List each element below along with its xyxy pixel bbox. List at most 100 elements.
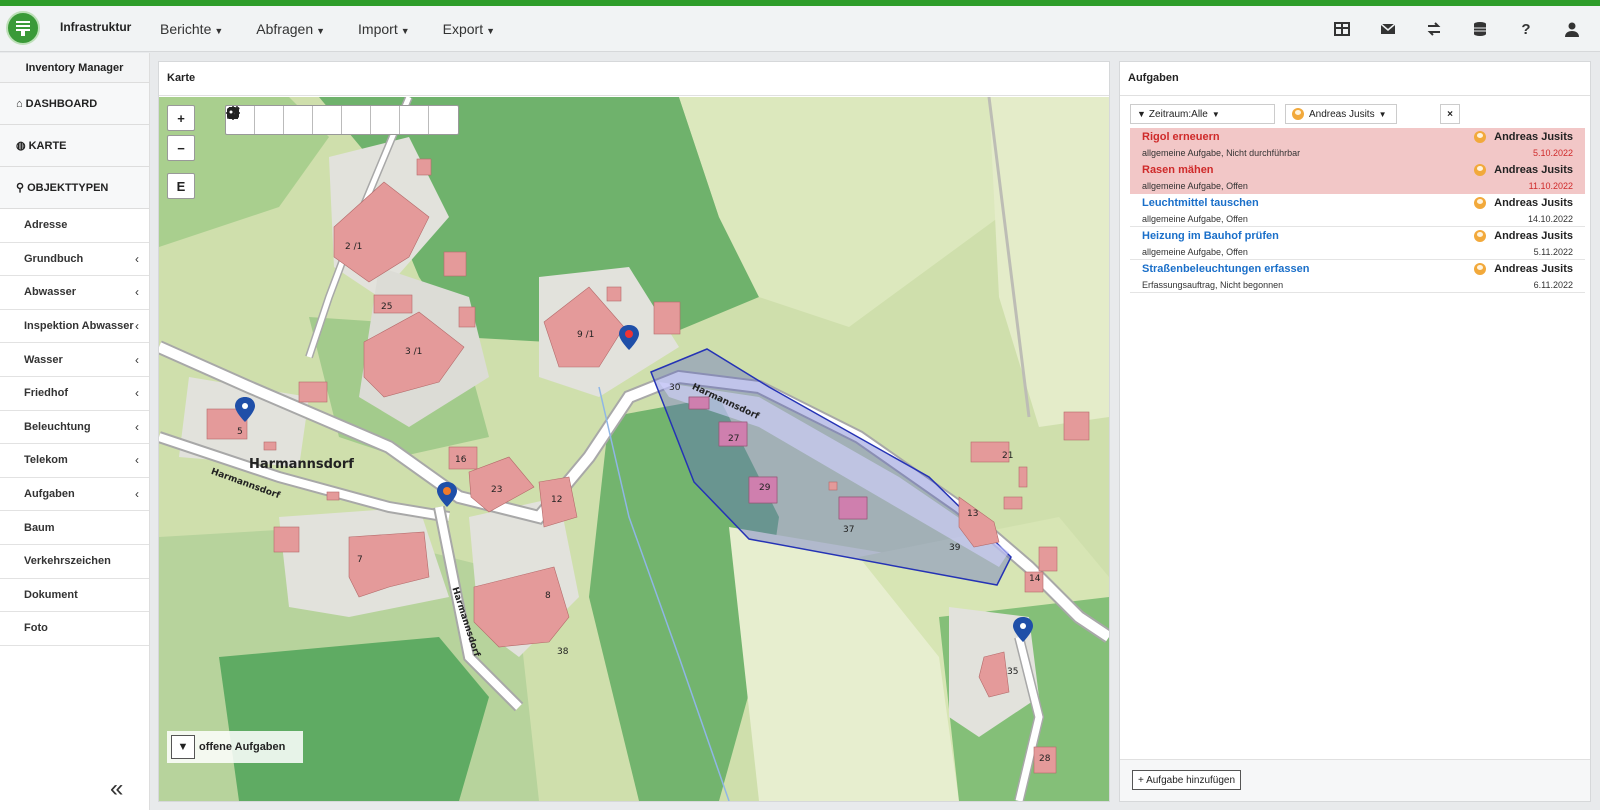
task-assignee-name: Andreas Jusits (1494, 164, 1573, 176)
house-number: 14 (1029, 574, 1041, 584)
sidebar-item-abwasser[interactable]: Abwasser ‹ (0, 276, 149, 310)
task-row[interactable]: Leuchtmittel tauschen allgemeine Aufgabe,… (1130, 194, 1585, 227)
sidebar-item-label: Baum (24, 521, 55, 534)
fullscreen-icon[interactable] (227, 106, 313, 134)
chevron-left-icon: ‹ (135, 386, 139, 401)
zoom-in-button[interactable]: + (167, 105, 195, 131)
user-icon (1474, 197, 1487, 209)
house-number: 37 (843, 525, 855, 535)
tasks-panel-title: Aufgaben (1120, 62, 1590, 96)
house-number: 5 (237, 427, 243, 437)
open-tasks-filter: ▼ offene Aufgaben (167, 731, 303, 763)
sidebar-item-verkehrszeichen[interactable]: Verkehrszeichen (0, 545, 149, 579)
sidebar-item-adresse[interactable]: Adresse (0, 209, 149, 243)
swap-icon[interactable] (1426, 21, 1442, 37)
menu-import[interactable]: Import ▼ (358, 21, 410, 37)
collapse-sidebar-icon[interactable]: « (110, 775, 123, 803)
task-due-date: 5.10.2022 (1532, 148, 1573, 158)
task-name[interactable]: Heizung im Bauhof prüfen (1142, 230, 1279, 242)
task-row[interactable]: Rasen mähen allgemeine Aufgabe, Offen Andr… (1130, 161, 1585, 194)
sidebar-item-dokument[interactable]: Dokument (0, 579, 149, 613)
menu-label: Berichte (160, 21, 212, 37)
sidebar-item-label: Verkehrszeichen (24, 555, 111, 568)
menu-export[interactable]: Export ▼ (443, 21, 495, 37)
sidebar-item-beleuchtung[interactable]: Beleuchtung ‹ (0, 411, 149, 445)
house-number: 28 (1039, 754, 1051, 764)
table-icon[interactable] (1334, 21, 1350, 37)
menu-label: Abfragen (256, 21, 314, 37)
add-marker-icon[interactable] (227, 106, 458, 134)
task-description: allgemeine Aufgabe, Offen (1142, 181, 1248, 191)
sidebar: Inventory Manager ⌂ DASHBOARD ◍ KARTE ⚲ OBJ… (0, 53, 150, 810)
filter-label: offene Aufgaben (199, 741, 286, 753)
caret-down-icon: ▼ (1211, 109, 1220, 119)
filter-icon[interactable]: ▼ (171, 735, 195, 759)
user-icon[interactable] (1564, 21, 1580, 37)
sidebar-item-label: Dokument (24, 588, 78, 601)
map-toolbar (225, 105, 459, 135)
house-number: 39 (949, 543, 961, 553)
target-icon[interactable] (226, 106, 400, 134)
period-filter-dropdown[interactable]: ▼ Zeitraum:Alle ▼ (1130, 104, 1275, 124)
menu-label: Import (358, 21, 398, 37)
clear-filter-button[interactable]: × (1440, 104, 1460, 124)
sidebar-item-baum[interactable]: Baum (0, 511, 149, 545)
task-description: allgemeine Aufgabe, Nicht durchführbar (1142, 148, 1301, 158)
locate-icon[interactable] (227, 106, 342, 134)
sidebar-item-objekttypen[interactable]: ⚲ OBJEKTTYPEN (0, 167, 149, 209)
task-name[interactable]: Rigol erneuern (1142, 131, 1220, 143)
sidebar-item-inspektion-abwasser[interactable]: Inspektion Abwasser ‹ (0, 310, 149, 344)
sidebar-item-telekom[interactable]: Telekom ‹ (0, 444, 149, 478)
basemap-icon[interactable] (227, 106, 284, 134)
chevron-left-icon: ‹ (135, 285, 139, 300)
house-number: 30 (669, 383, 681, 393)
house-number: 27 (728, 434, 740, 444)
user-icon (1474, 230, 1487, 242)
task-row[interactable]: Straßenbeleuchtungen erfassen Erfassungsa… (1130, 260, 1585, 293)
database-icon[interactable] (1472, 21, 1488, 37)
map-svg (159, 97, 1109, 801)
sidebar-item-grundbuch[interactable]: Grundbuch ‹ (0, 243, 149, 277)
map-canvas[interactable]: 2 /1 25 3 /1 9 /1 5 16 23 12 7 8 38 30 2… (159, 97, 1109, 801)
task-name[interactable]: Rasen mähen (1142, 164, 1214, 176)
sidebar-item-foto[interactable]: Foto (0, 612, 149, 646)
sidebar-item-label: Abwasser (24, 286, 76, 299)
logo-icon[interactable] (6, 11, 40, 45)
menu-berichte[interactable]: Berichte ▼ (160, 21, 223, 37)
task-description: allgemeine Aufgabe, Offen (1142, 214, 1248, 224)
house-number: 23 (491, 485, 503, 495)
house-number: 25 (381, 302, 393, 312)
task-row[interactable]: Rigol erneuern allgemeine Aufgabe, Nicht … (1130, 128, 1585, 161)
document-icon[interactable] (229, 106, 371, 134)
house-number: 2 /1 (345, 242, 363, 252)
menu-label: Export (442, 21, 484, 37)
task-name[interactable]: Straßenbeleuchtungen erfassen (1142, 263, 1310, 275)
sidebar-item-wasser[interactable]: Wasser ‹ (0, 343, 149, 377)
house-number: 7 (357, 555, 363, 565)
house-number: 3 /1 (405, 347, 423, 357)
menu-abfragen[interactable]: Abfragen ▼ (256, 21, 325, 37)
user-icon (1474, 263, 1487, 275)
sidebar-item-karte[interactable]: ◍ KARTE (0, 125, 149, 167)
sidebar-item-label: OBJEKTTYPEN (27, 181, 109, 194)
help-icon[interactable]: ? (1518, 21, 1534, 38)
task-assignee: Andreas Jusits (1474, 164, 1573, 176)
sidebar-item-friedhof[interactable]: Friedhof ‹ (0, 377, 149, 411)
user-filter-label: Andreas Jusits (1309, 108, 1375, 120)
caret-down-icon: ▼ (214, 26, 224, 36)
task-row[interactable]: Heizung im Bauhof prüfen allgemeine Aufga… (1130, 227, 1585, 260)
top-navbar: Infrastruktur Berichte ▼ Abfragen ▼ Import… (0, 6, 1600, 52)
user-filter-dropdown[interactable]: Andreas Jusits ▼ (1285, 104, 1397, 124)
house-number: 8 (545, 591, 551, 601)
east-button[interactable]: E (167, 173, 195, 199)
task-assignee: Andreas Jusits (1474, 131, 1573, 143)
sidebar-item-dashboard[interactable]: ⌂ DASHBOARD (0, 83, 149, 125)
mail-icon[interactable] (1380, 21, 1396, 37)
globe-icon: ◍ (16, 140, 26, 152)
task-name[interactable]: Leuchtmittel tauschen (1142, 197, 1259, 209)
sidebar-item-aufgaben[interactable]: Aufgaben ‹ (0, 478, 149, 512)
user-icon (1474, 164, 1487, 176)
zoom-out-button[interactable]: − (167, 135, 195, 161)
add-task-button[interactable]: + Aufgabe hinzufügen (1132, 770, 1242, 790)
settings-icon[interactable] (226, 106, 429, 134)
